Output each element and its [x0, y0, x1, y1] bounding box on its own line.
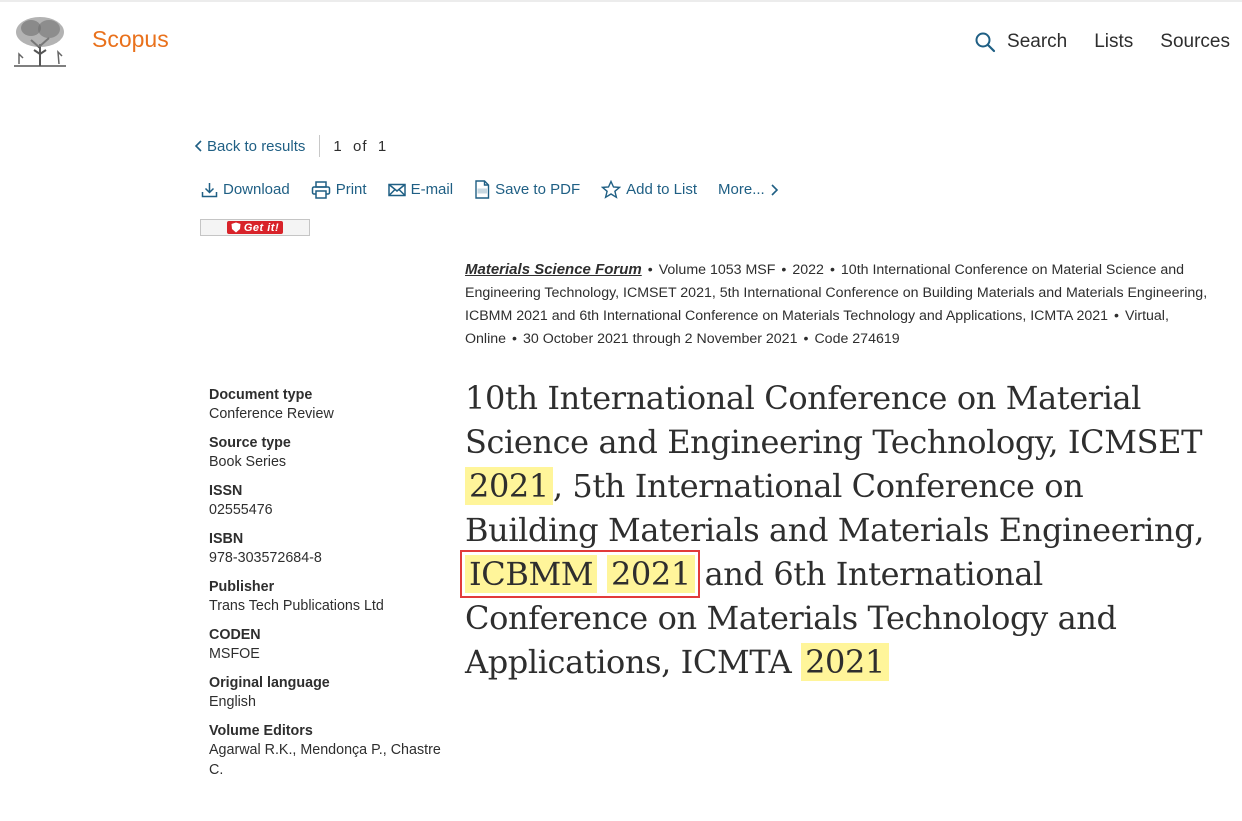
year: 2022	[792, 262, 824, 278]
email-label: E-mail	[410, 181, 454, 198]
field-value: English	[209, 694, 256, 710]
top-border	[0, 0, 1242, 2]
field-label: ISBN	[209, 531, 244, 547]
save-to-pdf-button[interactable]: Save to PDF	[474, 180, 580, 199]
highlighted-term: 2021	[606, 555, 695, 593]
field-label: Publisher	[209, 579, 275, 595]
scopus-brand[interactable]: Scopus	[92, 26, 169, 53]
search-icon	[975, 32, 996, 53]
field-label: Volume Editors	[209, 723, 313, 739]
get-it-badge: Get it!	[226, 221, 284, 234]
nav-lists[interactable]: Lists	[1094, 31, 1133, 53]
nav-search[interactable]: Search	[974, 31, 1067, 53]
field-value: 978-303572684-8	[209, 550, 322, 566]
chevron-left-icon	[194, 140, 202, 152]
field-value: Trans Tech Publications Ltd	[209, 598, 384, 614]
result-pager: 1 of 1	[333, 137, 388, 155]
download-icon	[201, 182, 218, 197]
isbn-field: ISBN 978-303572684-8	[209, 530, 454, 568]
download-label: Download	[223, 181, 290, 198]
document-metadata: Document type Conference Review Source t…	[209, 386, 454, 790]
bullet-separator: •	[829, 262, 835, 278]
title-segment: , 5th International Conference on Buildi…	[465, 467, 1205, 549]
nav-search-label: Search	[1007, 31, 1068, 52]
divider	[319, 135, 321, 157]
coden-field: CODEN MSFOE	[209, 626, 454, 664]
original-language-field: Original language English	[209, 674, 454, 712]
print-label: Print	[335, 181, 367, 198]
back-to-results-link[interactable]: Back to results	[194, 138, 305, 155]
add-to-list-button[interactable]: Add to List	[601, 180, 697, 199]
bullet-separator: •	[803, 331, 809, 347]
title-segment: 10th International Conference on Materia…	[465, 379, 1203, 461]
source-information: Materials Science Forum • Volume 1053 MSF •…	[465, 258, 1225, 351]
field-value: Agarwal R.K., Mendonça P., Chastre C.	[209, 742, 441, 778]
field-value: Book Series	[209, 454, 287, 470]
more-label: More...	[718, 181, 765, 198]
nav-sources-label: Sources	[1160, 31, 1230, 52]
field-label: Source type	[209, 435, 291, 451]
results-navigation: Back to results 1 of 1	[194, 135, 387, 157]
field-label: Document type	[209, 387, 313, 403]
more-button[interactable]: More...	[718, 181, 779, 198]
field-label: CODEN	[209, 627, 261, 643]
field-value: MSFOE	[209, 646, 260, 662]
star-icon	[601, 180, 622, 199]
add-to-list-label: Add to List	[626, 181, 698, 198]
highlighted-term: 2021	[465, 467, 553, 505]
get-it-button[interactable]: Get it!	[200, 219, 310, 236]
bullet-separator: •	[1114, 308, 1119, 324]
volume-editors-field: Volume Editors Agarwal R.K., Mendonça P.…	[209, 722, 454, 780]
top-nav: Search Lists Sources	[974, 31, 1230, 53]
publisher-field: Publisher Trans Tech Publications Ltd	[209, 578, 454, 616]
envelope-icon	[387, 183, 406, 196]
elsevier-tree-logo[interactable]	[11, 14, 69, 68]
download-button[interactable]: Download	[201, 181, 290, 198]
printer-icon	[311, 180, 330, 199]
nav-lists-label: Lists	[1094, 31, 1134, 52]
print-button[interactable]: Print	[311, 180, 367, 199]
conference-code: Code 274619	[814, 331, 900, 347]
back-to-results-label: Back to results	[207, 137, 306, 155]
save-to-pdf-label: Save to PDF	[495, 181, 581, 198]
source-title-link[interactable]: Materials Science Forum	[465, 261, 642, 278]
issn-field: ISSN 02555476	[209, 482, 454, 520]
bullet-separator: •	[781, 262, 787, 278]
email-button[interactable]: E-mail	[387, 181, 454, 198]
chevron-right-icon	[771, 183, 778, 196]
bullet-separator: •	[647, 262, 653, 278]
source-type-field: Source type Book Series	[209, 434, 454, 472]
shield-icon	[231, 222, 241, 233]
highlighted-term: 2021	[801, 643, 889, 681]
get-it-label: Get it!	[243, 221, 280, 234]
annotated-term-box: ICBMM 2021	[460, 550, 700, 598]
highlighted-term: ICBMM	[465, 555, 598, 593]
field-label: ISSN	[209, 483, 243, 499]
volume: Volume 1053 MSF	[658, 262, 776, 278]
bullet-separator: •	[512, 331, 517, 347]
nav-sources[interactable]: Sources	[1160, 31, 1230, 53]
pdf-file-icon	[475, 180, 490, 199]
document-actions: Download Print E-mail Save to PDF Add to…	[201, 180, 800, 199]
field-label: Original language	[209, 675, 330, 691]
document-type-field: Document type Conference Review	[209, 386, 454, 424]
field-value: 02555476	[209, 502, 273, 518]
field-value: Conference Review	[209, 406, 334, 422]
document-title: 10th International Conference on Materia…	[460, 376, 1225, 684]
conference-dates: 30 October 2021 through 2 November 2021	[522, 331, 798, 347]
